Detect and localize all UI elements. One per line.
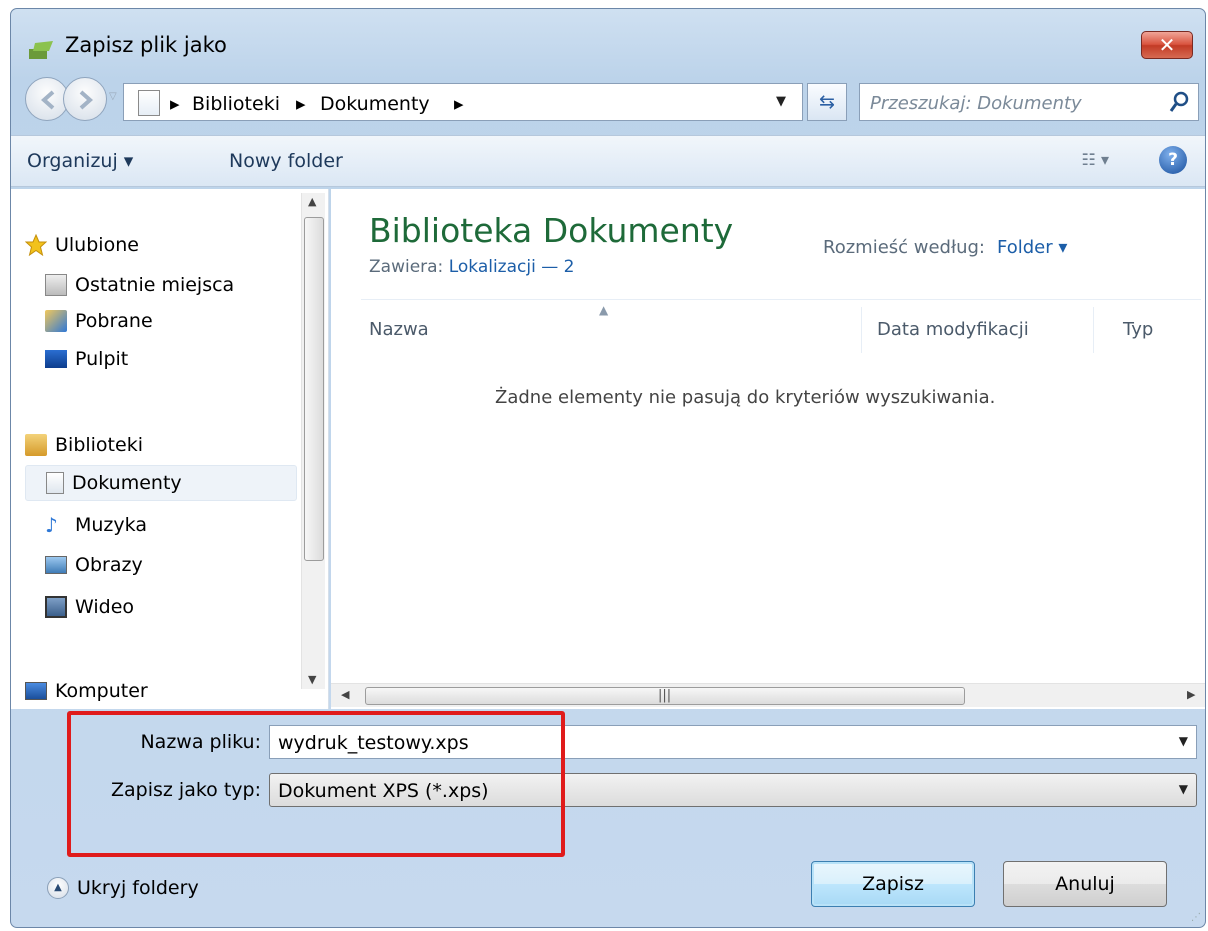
- scrollbar-thumb[interactable]: |||: [365, 687, 965, 705]
- sidebar-item-label: Pobrane: [75, 310, 153, 332]
- horizontal-scrollbar[interactable]: ◀ ||| ▶: [331, 683, 1205, 707]
- new-folder-button[interactable]: Nowy folder: [229, 150, 343, 172]
- sidebar-item-wideo[interactable]: Wideo: [45, 589, 134, 625]
- breadcrumb-dokumenty[interactable]: Dokumenty: [320, 93, 430, 115]
- empty-results-message: Żadne elementy nie pasują do kryteriów w…: [495, 387, 996, 408]
- refresh-button[interactable]: ⇆: [807, 83, 847, 121]
- column-header-type[interactable]: Typ: [1123, 319, 1153, 340]
- address-dropdown-chevron-down-icon[interactable]: ▼: [776, 94, 786, 109]
- sidebar-item-ostatnie-miejsca[interactable]: Ostatnie miejsca: [45, 267, 234, 303]
- chevron-down-icon[interactable]: ▼: [1179, 782, 1188, 796]
- sidebar-item-label: Biblioteki: [55, 434, 143, 456]
- libraries-icon: [25, 434, 47, 456]
- window-title: Zapisz plik jako: [65, 33, 227, 57]
- includes-label: Zawiera:: [369, 257, 444, 277]
- library-subtitle: Zawiera: Lokalizacji — 2: [369, 257, 574, 277]
- pictures-icon: [45, 556, 67, 574]
- cancel-button[interactable]: Anuluj: [1003, 861, 1167, 907]
- sidebar-item-biblioteki[interactable]: Biblioteki: [25, 427, 143, 463]
- scroll-up-icon[interactable]: ▲: [308, 195, 316, 208]
- sort-ascending-icon: ▲: [599, 303, 609, 317]
- forward-button[interactable]: [63, 77, 107, 121]
- column-header-date-modified[interactable]: Data modyfikacji: [877, 319, 1029, 340]
- sidebar-item-ulubione[interactable]: Ulubione: [25, 227, 139, 263]
- column-header-name[interactable]: Nazwa: [369, 319, 429, 340]
- hide-folders-label: Ukryj foldery: [77, 877, 199, 899]
- change-view-button[interactable]: ☷ ▾: [1082, 150, 1109, 169]
- sidebar-item-label: Wideo: [75, 596, 135, 618]
- scrollbar-thumb[interactable]: [304, 217, 324, 561]
- documents-icon: [46, 472, 64, 494]
- arrange-by-label: Rozmieść według:: [823, 237, 985, 258]
- sidebar-item-label: Muzyka: [75, 514, 147, 536]
- sidebar-item-pobrane[interactable]: Pobrane: [45, 303, 153, 339]
- breadcrumb-separator: ▸: [296, 93, 306, 115]
- document-icon: [138, 90, 160, 116]
- save-button[interactable]: Zapisz: [811, 861, 975, 907]
- scroll-left-icon[interactable]: ◀: [341, 688, 349, 701]
- locations-link[interactable]: Lokalizacji — 2: [449, 257, 575, 277]
- search-box[interactable]: Przeszukaj: Dokumenty: [859, 83, 1199, 121]
- refresh-icon: ⇆: [819, 91, 835, 113]
- computer-icon: [25, 682, 47, 700]
- save-as-dialog: Zapisz plik jako ✕ ▽ ▸ Biblioteki ▸ Doku…: [10, 8, 1206, 928]
- video-icon: [45, 596, 67, 618]
- sidebar-item-komputer[interactable]: Komputer: [25, 673, 148, 709]
- sidebar-item-label: Obrazy: [75, 554, 143, 576]
- title-bar: Zapisz plik jako ✕: [11, 9, 1205, 59]
- command-toolbar: Organizuj ▾ Nowy folder ☷ ▾ ?: [11, 135, 1205, 187]
- sidebar-item-label: Ulubione: [55, 234, 139, 256]
- chevron-down-icon[interactable]: ▼: [1179, 734, 1188, 748]
- sidebar-item-label: Ostatnie miejsca: [75, 274, 235, 296]
- arrange-by-dropdown[interactable]: Folder ▾: [997, 237, 1067, 258]
- resize-grip-icon[interactable]: ⋰: [1191, 912, 1201, 923]
- column-divider[interactable]: [1093, 307, 1094, 353]
- search-input[interactable]: Przeszukaj: Dokumenty: [870, 93, 1082, 114]
- library-title: Biblioteka Dokumenty: [369, 211, 734, 250]
- hide-folders-button[interactable]: ▲ Ukryj foldery: [47, 877, 199, 899]
- sidebar-item-dokumenty[interactable]: Dokumenty: [25, 465, 297, 501]
- recent-places-icon: [45, 274, 67, 296]
- desktop-icon: [45, 350, 67, 368]
- sidebar-item-pulpit[interactable]: Pulpit: [45, 341, 128, 377]
- downloads-icon: [45, 310, 67, 332]
- file-list-pane: Biblioteka Dokumenty Zawiera: Lokalizacj…: [331, 189, 1205, 709]
- breadcrumb-separator: ▸: [170, 93, 180, 115]
- star-icon: [25, 234, 47, 256]
- music-icon: ♪: [45, 513, 58, 537]
- sidebar-item-label: Dokumenty: [72, 472, 182, 494]
- scroll-right-icon[interactable]: ▶: [1187, 688, 1195, 701]
- search-icon: [1169, 91, 1189, 112]
- chevron-up-icon: ▲: [47, 877, 69, 899]
- column-divider[interactable]: [861, 307, 862, 353]
- recent-locations-chevron-down-icon[interactable]: ▽: [109, 91, 123, 105]
- organize-button[interactable]: Organizuj ▾: [27, 150, 133, 172]
- annotation-highlight-box: [67, 711, 565, 857]
- sidebar-item-label: Komputer: [55, 680, 148, 702]
- close-button[interactable]: ✕: [1141, 31, 1193, 59]
- breadcrumb-biblioteki[interactable]: Biblioteki: [192, 93, 280, 115]
- navigation-scrollbar[interactable]: ▲ ▼: [301, 193, 325, 689]
- forward-arrow-icon: [79, 90, 94, 110]
- help-icon[interactable]: ?: [1159, 146, 1187, 174]
- scroll-down-icon[interactable]: ▼: [308, 673, 316, 686]
- navigation-pane: Ulubione Ostatnie miejsca Pobrane Pulpit…: [11, 189, 329, 709]
- sidebar-item-muzyka[interactable]: ♪ Muzyka: [45, 507, 147, 543]
- grip-icon: |||: [658, 688, 672, 703]
- sidebar-item-label: Pulpit: [75, 348, 129, 370]
- address-bar[interactable]: ▸ Biblioteki ▸ Dokumenty ▸ ▼: [123, 83, 803, 121]
- breadcrumb-separator[interactable]: ▸: [454, 93, 464, 115]
- divider: [361, 299, 1201, 300]
- app-icon: [29, 41, 53, 59]
- sidebar-item-obrazy[interactable]: Obrazy: [45, 547, 143, 583]
